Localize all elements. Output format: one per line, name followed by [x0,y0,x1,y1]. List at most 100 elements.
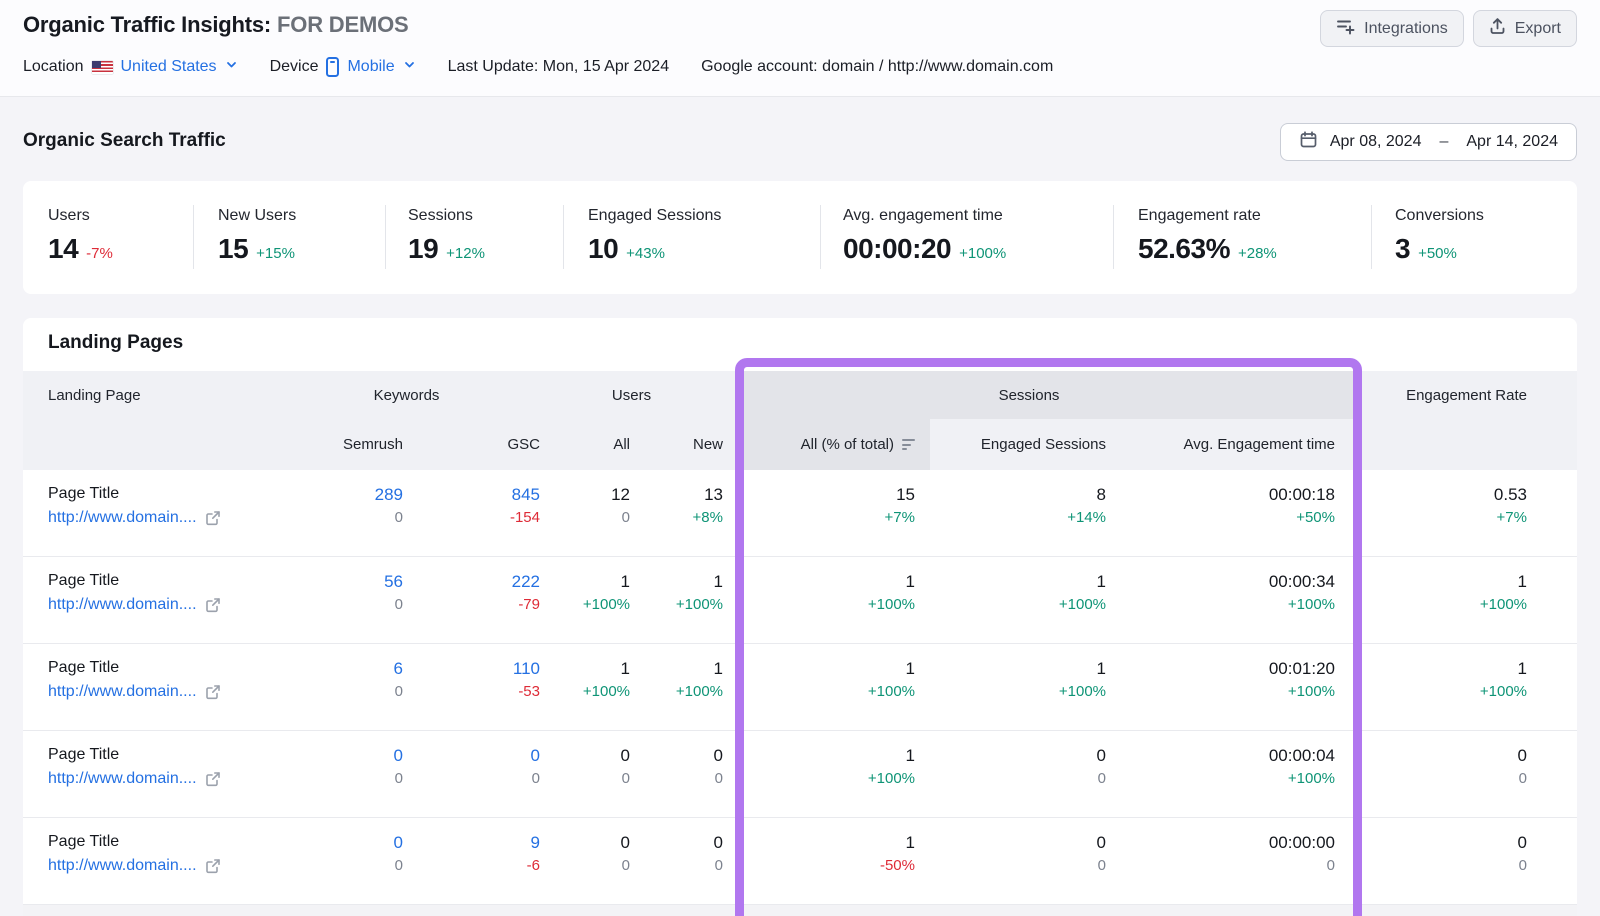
users-all-cell: 1+100% [540,644,630,730]
chevron-down-icon [225,58,238,76]
avg-engagement-time-cell: 00:00:04+100% [1106,731,1335,817]
calendar-icon [1299,130,1318,154]
col-users-all[interactable]: All [540,419,630,470]
metric-engaged-sessions: Engaged Sessions 10+43% [588,207,721,265]
gsc-keywords-link[interactable]: 9 [403,833,540,853]
integrations-button[interactable]: Integrations [1320,10,1464,47]
col-avg-engagement-time[interactable]: Avg. Engagement time [1106,419,1335,470]
semrush-keywords-cell: 2890 [273,470,403,556]
page-url-link[interactable]: http://www.domain.... [48,857,197,875]
page-url-link[interactable]: http://www.domain.... [48,683,197,701]
metric-divider [193,205,194,269]
table-header: Landing Page Keywords Users Sessions Eng… [23,371,1577,470]
users-new-cell: 00 [630,731,723,817]
metric-users: Users 14-7% [48,207,113,265]
semrush-keywords-link[interactable]: 6 [273,659,403,679]
gsc-keywords-cell: 845-154 [403,470,540,556]
semrush-keywords-cell: 00 [273,818,403,904]
col-engaged-sessions[interactable]: Engaged Sessions [915,419,1106,470]
us-flag-icon [92,61,113,74]
sessions-all-cell: 1-50% [723,818,915,904]
engagement-rate-cell: 00 [1335,818,1527,904]
metric-delta: -7% [86,245,113,262]
page-url-link[interactable]: http://www.domain.... [48,770,197,788]
external-link-icon[interactable] [205,858,221,874]
export-icon [1489,17,1506,40]
metric-divider [385,205,386,269]
page-title-project: FOR DEMOS [277,12,408,37]
external-link-icon[interactable] [205,510,221,526]
page-title-main: Organic Traffic Insights: [23,12,271,37]
gsc-keywords-cell: 222-79 [403,557,540,643]
external-link-icon[interactable] [205,684,221,700]
metric-divider [820,205,821,269]
date-separator: – [1439,133,1448,151]
metric-new-users: New Users 15+15% [218,207,296,265]
metric-divider [563,205,564,269]
avg-engagement-time-cell: 00:00:000 [1106,818,1335,904]
users-all-cell: 120 [540,470,630,556]
sessions-all-cell: 1+100% [723,644,915,730]
users-new-cell: 13+8% [630,470,723,556]
engaged-sessions-cell: 00 [915,731,1106,817]
semrush-keywords-cell: 60 [273,644,403,730]
location-filter[interactable]: Location United States [23,58,238,76]
semrush-keywords-link[interactable]: 0 [273,833,403,853]
col-gsc[interactable]: GSC [403,419,540,470]
engagement-rate-cell: 0.53+7% [1335,470,1527,556]
engagement-rate-cell: 1+100% [1335,557,1527,643]
col-users-new[interactable]: New [630,419,723,470]
col-sessions-all[interactable]: All (% of total) [723,419,915,470]
users-new-cell: 1+100% [630,644,723,730]
external-link-icon[interactable] [205,597,221,613]
page-title: Organic Traffic Insights:FOR DEMOS [23,12,408,38]
page-url-link[interactable]: http://www.domain.... [48,596,197,614]
sessions-all-cell: 1+100% [723,557,915,643]
metric-delta: +12% [446,245,485,262]
last-update-text: Last Update: Mon, 15 Apr 2024 [448,58,669,76]
table-row: Page Title http://www.domain.... 00 00 0… [23,731,1577,818]
engagement-rate-cell: 00 [1335,731,1527,817]
device-filter[interactable]: Device Mobile [270,57,416,77]
chevron-down-icon [403,58,416,76]
metric-sessions: Sessions 19+12% [408,207,485,265]
metrics-summary-card: Users 14-7% New Users 15+15% Sessions 19… [23,181,1577,294]
page-url-link[interactable]: http://www.domain.... [48,509,197,527]
avg-engagement-time-cell: 00:00:18+50% [1106,470,1335,556]
col-landing-page[interactable]: Landing Page [48,371,273,419]
users-new-cell: 1+100% [630,557,723,643]
date-range-picker[interactable]: Apr 08, 2024 – Apr 14, 2024 [1280,123,1577,161]
google-account-text: Google account: domain / http://www.doma… [701,58,1053,76]
users-all-cell: 00 [540,818,630,904]
col-semrush[interactable]: Semrush [273,419,403,470]
col-engagement-rate[interactable]: Engagement Rate [1335,371,1527,419]
semrush-keywords-link[interactable]: 289 [273,485,403,505]
landing-page-cell: Page Title http://www.domain.... [48,731,273,817]
gsc-keywords-cell: 9-6 [403,818,540,904]
metric-conversions: Conversions 3+50% [1395,207,1484,265]
gsc-keywords-link[interactable]: 222 [403,572,540,592]
col-group-sessions: Sessions [723,371,1335,419]
metric-delta: +100% [959,245,1006,262]
landing-page-cell: Page Title http://www.domain.... [48,557,273,643]
users-new-cell: 00 [630,818,723,904]
gsc-keywords-link[interactable]: 0 [403,746,540,766]
metric-delta: +43% [626,245,665,262]
organic-traffic-insights-page: Organic Traffic Insights:FOR DEMOS Integ… [0,0,1600,916]
semrush-keywords-link[interactable]: 0 [273,746,403,766]
col-group-keywords: Keywords [273,371,540,419]
gsc-keywords-link[interactable]: 110 [403,659,540,679]
table-body: Page Title http://www.domain.... 2890 84… [23,470,1577,905]
avg-engagement-time-cell: 00:00:34+100% [1106,557,1335,643]
sort-descending-icon[interactable] [902,439,915,450]
table-group-header-row: Landing Page Keywords Users Sessions Eng… [23,371,1577,419]
semrush-keywords-link[interactable]: 56 [273,572,403,592]
external-link-icon[interactable] [205,771,221,787]
export-button[interactable]: Export [1473,10,1577,47]
users-all-cell: 1+100% [540,557,630,643]
date-from: Apr 08, 2024 [1330,133,1422,151]
date-to: Apr 14, 2024 [1466,133,1558,151]
gsc-keywords-link[interactable]: 845 [403,485,540,505]
mobile-phone-icon [326,57,339,77]
page-title-text: Page Title [48,485,273,503]
